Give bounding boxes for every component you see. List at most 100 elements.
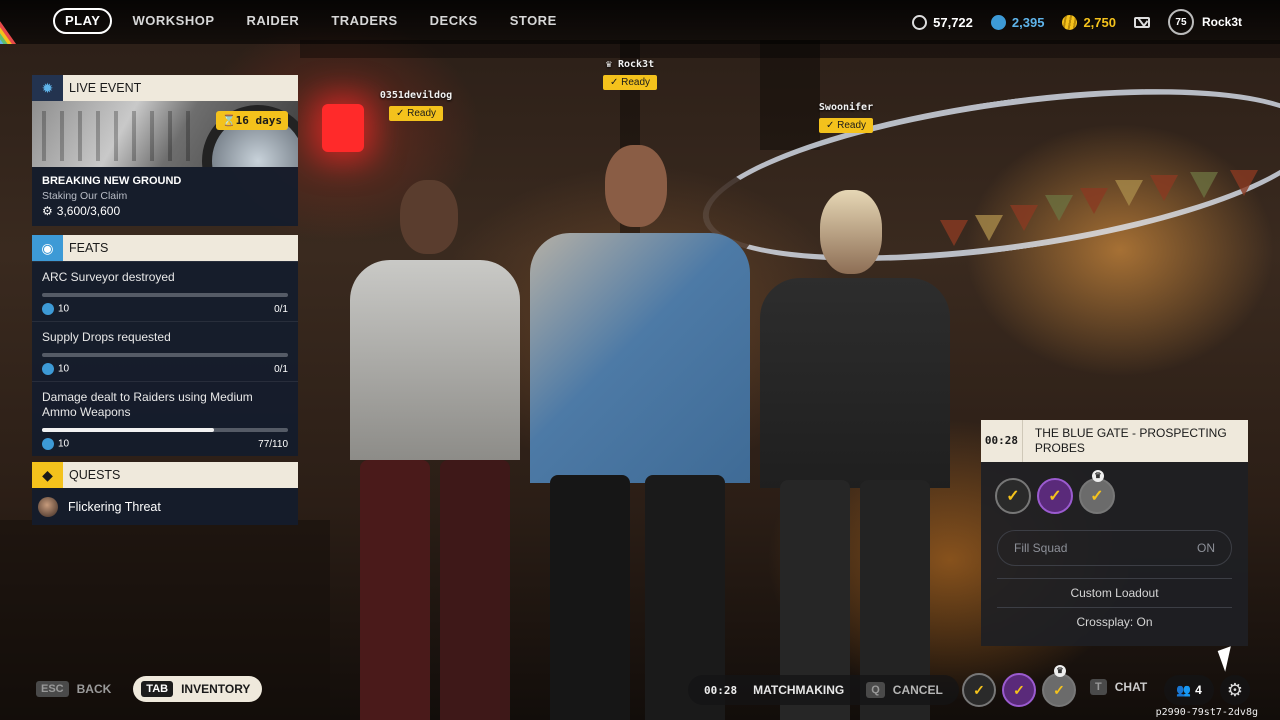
feat-progress-text: 0/1	[274, 303, 288, 315]
bottom-squad-members: ✓ ✓ ✓ ♛	[962, 665, 1076, 707]
bottom-left-actions: ESC BACK TAB INVENTORY	[36, 676, 263, 702]
chat-button[interactable]: T CHAT	[1090, 679, 1147, 695]
nav-play[interactable]: PLAY	[53, 8, 113, 34]
party-count: 4	[1195, 683, 1202, 697]
feat-item[interactable]: Supply Drops requested 10 0/1	[32, 321, 298, 381]
currency-credits-value: 57,722	[933, 14, 973, 30]
event-timer-badge: ⌛16 days	[215, 111, 288, 130]
feat-progress-text: 0/1	[274, 363, 288, 375]
squad-member-ready-icon[interactable]: ✓ ♛	[1042, 665, 1076, 707]
gear-icon: ⚙	[1226, 679, 1244, 700]
live-event-image: ⌛16 days	[32, 101, 298, 167]
squad-member-ready-icon[interactable]: ✓	[1002, 673, 1036, 707]
feats-header-label: FEATS	[69, 241, 109, 255]
matchmaking-bar: 00:28 MATCHMAKING Q CANCEL	[688, 675, 959, 705]
player-tag-name: Swoonifer	[818, 102, 874, 113]
settings-button[interactable]: ⚙	[1220, 675, 1250, 705]
player-tag-name: ♛ Rock3t	[605, 59, 655, 70]
squad-members: ✓ ✓ ✓ ♛	[981, 462, 1248, 514]
squad-member-ready-icon[interactable]: ✓	[995, 478, 1031, 514]
squad-header: 00:28 THE BLUE GATE - PROSPECTING PROBES	[981, 420, 1248, 462]
crown-icon: ♛	[1092, 470, 1104, 482]
queue-timer: 00:28	[981, 420, 1023, 462]
feat-progress-text: 77/110	[258, 438, 288, 450]
fill-squad-toggle[interactable]: Fill Squad ON	[997, 530, 1232, 566]
ready-badge: ✓ Ready	[818, 118, 874, 133]
nav-traders[interactable]: TRADERS	[315, 8, 413, 34]
live-event-subtitle: Staking Our Claim	[42, 190, 128, 202]
gold-coin-icon	[1062, 14, 1078, 30]
crown-icon: ♛	[1054, 665, 1066, 677]
live-event-header: ✹ LIVE EVENT	[32, 75, 298, 101]
live-event-panel[interactable]: ✹ LIVE EVENT ⌛16 days BREAKING NEW GROUN…	[32, 75, 298, 226]
custom-loadout-button[interactable]: Custom Loadout	[997, 578, 1232, 607]
cancel-button[interactable]: Q CANCEL	[866, 682, 943, 698]
feat-progress-bar	[42, 293, 288, 297]
live-event-body: BREAKING NEW GROUND Staking Our Claim ⚙ …	[32, 167, 298, 226]
feat-name: Supply Drops requested	[42, 330, 171, 344]
currency-blue-value: 2,395	[1011, 14, 1045, 30]
player-level-badge[interactable]: 75	[1167, 9, 1194, 35]
fill-squad-label: Fill Squad	[1014, 541, 1068, 555]
quests-panel: ◆ QUESTS Flickering Threat	[32, 462, 298, 525]
feats-panel: ◉ FEATS ARC Surveyor destroyed 10 0/1 Su…	[32, 235, 298, 456]
player-name[interactable]: Rock3t	[1202, 15, 1242, 29]
q-key: Q	[866, 682, 885, 698]
chat-label: CHAT	[1114, 680, 1148, 694]
nav-workshop[interactable]: WORKSHOP	[116, 8, 230, 34]
esc-key: ESC	[36, 681, 69, 697]
quests-header-label: QUESTS	[69, 468, 121, 482]
inventory-label: INVENTORY	[181, 682, 251, 696]
squad-member-ready-icon[interactable]: ✓	[962, 673, 996, 707]
nav-store[interactable]: STORE	[494, 8, 573, 34]
build-id: p2990-79st7-2dv8g	[1155, 707, 1258, 718]
live-event-progress: ⚙ 3,600/3,600	[42, 204, 288, 218]
currency-gold-value: 2,750	[1083, 14, 1116, 30]
quests-header[interactable]: ◆ QUESTS	[32, 462, 298, 488]
back-label: BACK	[76, 682, 112, 696]
brand-stripes	[0, 0, 40, 44]
map-name: THE BLUE GATE - PROSPECTING PROBES	[1034, 426, 1227, 455]
feat-item[interactable]: Damage dealt to Raiders using Medium Amm…	[32, 381, 298, 456]
ready-badge: ✓ Ready	[602, 75, 658, 90]
nav-decks[interactable]: DECKS	[414, 8, 494, 34]
nav-raider[interactable]: RAIDER	[230, 8, 315, 34]
ready-badge: ✓ Ready	[388, 106, 444, 121]
feat-item[interactable]: ARC Surveyor destroyed 10 0/1	[32, 261, 298, 321]
currency-credits: 57,722	[912, 14, 973, 30]
crown-icon: ♛	[605, 59, 612, 70]
blue-coin-icon	[42, 438, 54, 450]
squad-member-ready-icon[interactable]: ✓	[1037, 478, 1073, 514]
feat-name: ARC Surveyor destroyed	[42, 270, 175, 284]
currency-bar: 57,722 2,395 2,750 75 Rock3t	[912, 0, 1280, 44]
squad-member-ready-icon[interactable]: ✓ ♛	[1079, 470, 1115, 514]
quest-name: Flickering Threat	[68, 499, 161, 514]
mail-icon[interactable]	[1133, 16, 1150, 28]
feat-reward: 10	[42, 363, 69, 375]
crossplay-toggle[interactable]: Crossplay: On	[997, 607, 1232, 636]
blue-coin-icon	[42, 363, 54, 375]
inventory-button[interactable]: TAB INVENTORY	[133, 676, 263, 702]
live-event-title: BREAKING NEW GROUND	[42, 175, 182, 187]
currency-gold: 2,750	[1062, 14, 1116, 30]
quest-item[interactable]: Flickering Threat	[32, 488, 298, 525]
matchmaking-label: MATCHMAKING	[753, 683, 845, 697]
feats-header[interactable]: ◉ FEATS	[32, 235, 298, 261]
player-tag: Swoonifer ✓ Ready	[806, 102, 886, 133]
player-tag-name: 0351devildog	[379, 90, 453, 101]
diamond-icon: ◆	[32, 462, 63, 488]
matchmaking-timer: 00:28	[704, 683, 738, 697]
people-icon: 👥	[1176, 683, 1192, 697]
player-tag: ♛ Rock3t ✓ Ready	[590, 59, 670, 90]
feat-progress-bar	[42, 428, 288, 432]
cred-icon	[912, 14, 928, 30]
feat-name: Damage dealt to Raiders using Medium Amm…	[42, 390, 253, 419]
party-button[interactable]: 👥 4	[1164, 675, 1214, 705]
quest-giver-avatar	[38, 496, 58, 517]
player-tag: 0351devildog ✓ Ready	[372, 90, 460, 121]
currency-blue: 2,395	[990, 14, 1045, 30]
back-button[interactable]: ESC BACK	[36, 681, 111, 697]
feats-coin-icon: ◉	[32, 235, 63, 261]
tab-key: TAB	[141, 681, 174, 697]
live-event-progress-value: 3,600/3,600	[56, 204, 121, 218]
